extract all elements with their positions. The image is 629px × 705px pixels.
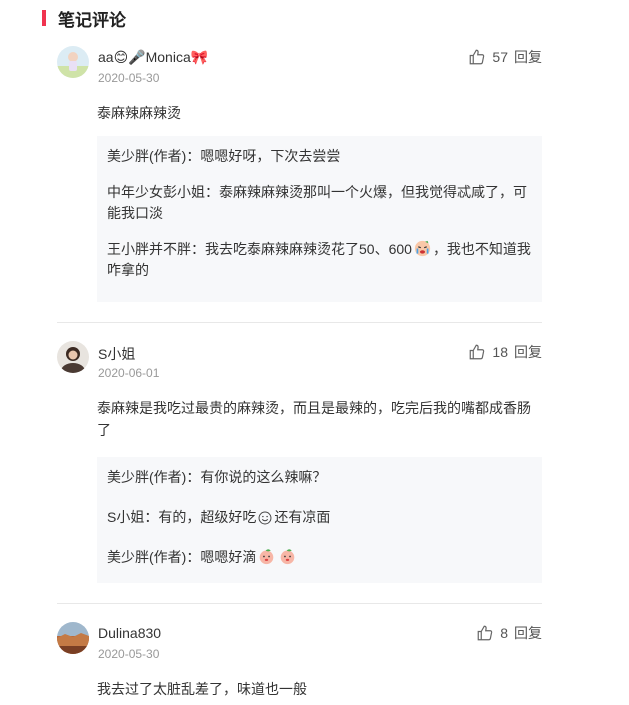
- title-accent-bar: [42, 10, 46, 26]
- like-count: 57: [492, 49, 508, 65]
- avatar[interactable]: [57, 622, 89, 654]
- reply-item: S小姐：有的，超级好吃 还有凉面: [107, 507, 532, 528]
- username[interactable]: Dulina830: [98, 625, 161, 641]
- comment-actions: 18 回复: [468, 342, 542, 362]
- crying-emoji-icon: [414, 240, 431, 257]
- comment-text: 我去过了太脏乱差了，味道也一般: [97, 681, 307, 697]
- reply-text: 嗯嗯好滴: [200, 549, 257, 565]
- reply-separator: ：: [144, 509, 159, 525]
- comment-date: 2020-05-30: [98, 71, 160, 85]
- thumbs-up-icon[interactable]: [468, 343, 486, 361]
- comment-date: 2020-05-30: [98, 647, 160, 661]
- reply-button[interactable]: 回复: [514, 47, 542, 67]
- reply-author[interactable]: 美少胖(作者): [107, 549, 186, 565]
- reply-separator: ：: [186, 549, 201, 565]
- comment-divider: [57, 603, 542, 604]
- reply-text: 我去吃泰麻辣麻辣烫花了50、600: [205, 241, 412, 257]
- reply-text: 还有凉面: [274, 509, 331, 525]
- like-count: 18: [492, 344, 508, 360]
- reply-list: 美少胖(作者)：有你说的这么辣嘛？ S小姐：有的，超级好吃 还有凉面 美少胖(作者…: [97, 457, 542, 583]
- comment-divider: [57, 322, 542, 323]
- reply-separator: ：: [186, 148, 201, 164]
- comment-actions: 57 回复: [468, 47, 542, 67]
- comment-item: S小姐 2020-06-01 18 回复 泰麻辣是我吃过最贵的麻辣烫，而且是最辣…: [57, 341, 542, 583]
- reply-item: 王小胖并不胖：我去吃泰麻辣麻辣烫花了50、600 ，我也不知道我咋拿的: [107, 239, 532, 281]
- avatar[interactable]: [57, 46, 89, 78]
- reply-item: 中年少女彭小姐：泰麻辣麻辣烫那叫一个火爆，但我觉得忒咸了，可能我口淡: [107, 182, 532, 224]
- comment-text: 泰麻辣是我吃过最贵的麻辣烫，而且是最辣的，吃完后我的嘴都成香肠了: [97, 400, 531, 438]
- comment-item: Dulina830 2020-05-30 8 回复 我去过了太脏乱差了，味道也一…: [57, 622, 542, 705]
- username[interactable]: S小姐: [98, 344, 135, 364]
- reply-separator: ：: [186, 469, 201, 485]
- thumbs-up-icon[interactable]: [476, 624, 494, 642]
- reply-text: 嗯嗯好呀，下次去尝尝: [200, 148, 341, 164]
- reply-separator: ：: [205, 184, 219, 200]
- reply-text: 有的，超级好吃: [158, 509, 257, 525]
- reply-separator: ：: [191, 241, 205, 257]
- comment-date: 2020-06-01: [98, 366, 160, 380]
- thumbs-up-icon[interactable]: [468, 48, 486, 66]
- reply-button[interactable]: 回复: [514, 342, 542, 362]
- reply-text: 有你说的这么辣嘛？: [200, 469, 327, 485]
- reply-author[interactable]: 美少胖(作者): [107, 148, 186, 164]
- like-count: 8: [500, 625, 508, 641]
- avatar[interactable]: [57, 341, 89, 373]
- reply-author[interactable]: 美少胖(作者): [107, 469, 186, 485]
- comment-actions: 8 回复: [476, 623, 542, 643]
- section-header: 笔记评论: [42, 7, 126, 30]
- reply-author[interactable]: S小姐: [107, 509, 144, 525]
- comment-item: aa😊🎤Monica🎀 2020-05-30 57 回复 泰麻辣麻辣烫 美少胖(…: [57, 46, 542, 302]
- smile-emoji-icon: [258, 511, 272, 525]
- reply-list: 美少胖(作者)：嗯嗯好呀，下次去尝尝 中年少女彭小姐：泰麻辣麻辣烫那叫一个火爆，…: [97, 136, 542, 302]
- username[interactable]: aa😊🎤Monica🎀: [98, 49, 208, 66]
- reply-button[interactable]: 回复: [514, 623, 542, 643]
- peach-face-emoji-icon: [260, 549, 274, 565]
- peach-face-emoji-icon: [281, 549, 295, 565]
- reply-item: 美少胖(作者)：嗯嗯好滴: [107, 547, 532, 568]
- reply-item: 美少胖(作者)：有你说的这么辣嘛？: [107, 467, 532, 488]
- comment-text: 泰麻辣麻辣烫: [97, 105, 181, 121]
- reply-item: 美少胖(作者)：嗯嗯好呀，下次去尝尝: [107, 146, 532, 167]
- reply-author[interactable]: 王小胖并不胖: [107, 241, 191, 257]
- section-title: 笔记评论: [58, 10, 126, 30]
- reply-author[interactable]: 中年少女彭小姐: [107, 184, 205, 200]
